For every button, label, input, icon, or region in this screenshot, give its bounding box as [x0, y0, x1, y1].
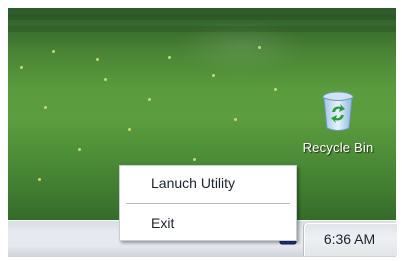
taskbar-clock[interactable]: 6:36 AM [303, 223, 396, 256]
menu-item-launch-utility[interactable]: Lanuch Utility [120, 170, 296, 196]
recycle-bin-label: Recycle Bin [302, 140, 374, 155]
menu-separator [126, 203, 290, 205]
wallpaper-shadow [8, 26, 396, 32]
tray-context-menu: Lanuch Utility Exit [119, 165, 297, 241]
recycle-bin-icon [322, 91, 354, 131]
recycle-bin-shortcut[interactable]: Recycle Bin [290, 90, 386, 155]
menu-item-exit[interactable]: Exit [120, 210, 296, 236]
wallpaper-shadow [8, 14, 396, 20]
